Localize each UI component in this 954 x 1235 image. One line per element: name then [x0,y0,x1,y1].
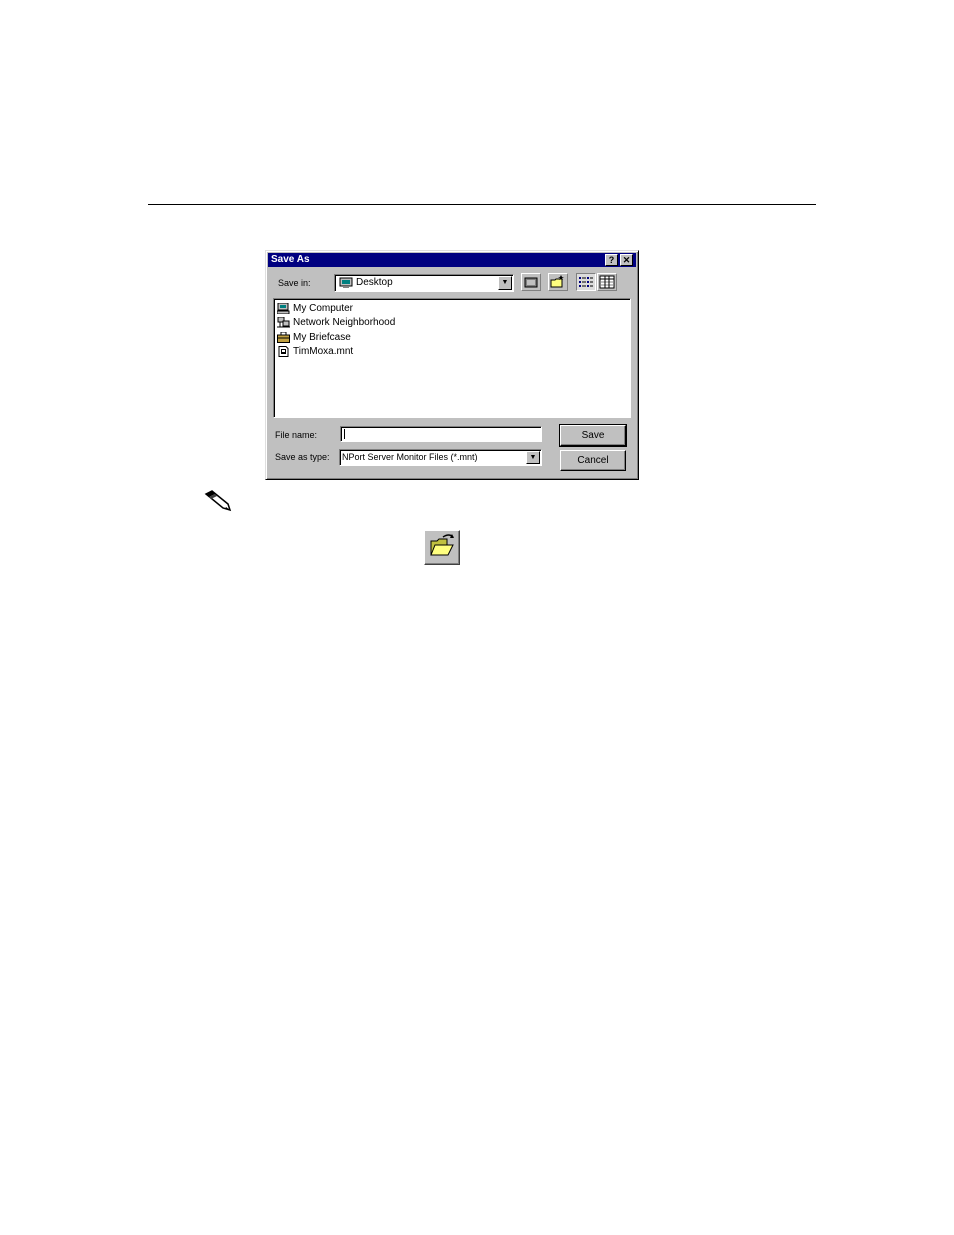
list-view-icon [579,277,593,287]
file-list[interactable]: My Computer Network Neighborhood My Brie… [273,298,631,418]
save-in-label: Save in: [278,278,311,288]
text-caret [344,429,345,439]
list-item[interactable]: My Computer [277,301,353,315]
briefcase-icon [277,331,290,343]
computer-icon [277,302,290,314]
file-name: My Computer [293,302,354,314]
save-as-type-value: NPort Server Monitor Files (*.mnt) [342,452,478,462]
help-button[interactable]: ? [605,254,618,266]
save-in-value: Desktop [356,277,393,288]
file-name: My Briefcase [293,331,351,343]
chevron-down-icon[interactable]: ▼ [526,451,540,464]
save-as-type-dropdown[interactable]: NPort Server Monitor Files (*.mnt) ▼ [339,449,542,466]
details-view-icon [599,275,615,289]
open-file-button[interactable] [424,530,460,565]
save-as-type-label: Save as type: [275,452,330,462]
up-one-level-icon [524,277,538,288]
header-rule [148,204,816,205]
list-view-button[interactable] [576,273,596,291]
cancel-button-label: Cancel [577,455,609,466]
open-file-button-icon [430,534,454,556]
list-item[interactable]: TimMoxa.mnt [277,344,353,358]
desktop-icon [339,277,353,288]
file-name-label: File name: [275,430,318,440]
save-button-label: Save [581,430,605,441]
create-new-folder-icon [550,275,564,288]
file-name: Network Neighborhood [293,316,396,328]
cancel-button[interactable]: Cancel [560,450,626,471]
details-view-button[interactable] [597,273,617,291]
dialog-titlebar[interactable]: Save As ? ✕ [268,253,636,267]
save-in-dropdown[interactable]: Desktop ▼ [334,274,514,292]
dialog-title: Save As [271,254,310,265]
file-icon [278,345,289,357]
chevron-down-icon[interactable]: ▼ [498,276,512,290]
close-button[interactable]: ✕ [620,254,633,266]
file-name-field[interactable] [340,426,542,442]
network-icon [277,316,290,327]
save-button[interactable]: Save [559,424,627,447]
list-item[interactable]: My Briefcase [277,330,351,344]
note-pencil-icon [204,490,232,512]
create-new-folder-button[interactable] [548,273,568,291]
up-one-level-button[interactable] [521,273,541,291]
file-name: TimMoxa.mnt [293,345,354,357]
list-item[interactable]: Network Neighborhood [277,315,395,329]
